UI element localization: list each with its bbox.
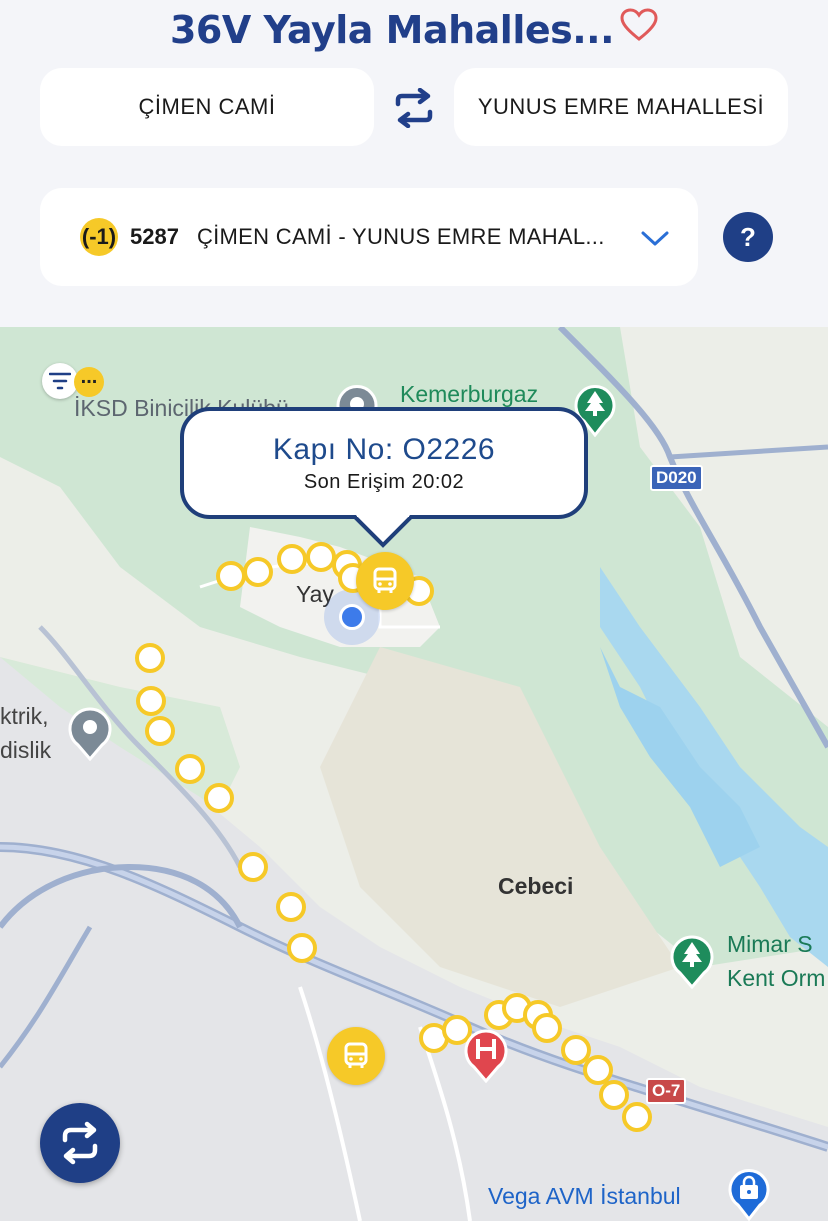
bus-vehicle-icon[interactable] <box>356 552 414 610</box>
bus-stop[interactable] <box>276 892 306 922</box>
popup-subtitle: Son Erişim 20:02 <box>303 471 465 493</box>
bus-stop[interactable] <box>622 1102 652 1132</box>
to-stop-label: YUNUS EMRE MAHALLESİ <box>477 94 765 119</box>
help-button[interactable]: ? <box>723 212 773 262</box>
route-number: 5287 <box>130 224 179 249</box>
bus-stop[interactable] <box>145 716 175 746</box>
poi-label-mimar-2: Kent Orm <box>727 965 826 991</box>
bus-stop[interactable] <box>175 754 205 784</box>
heart-outline-icon[interactable] <box>620 7 658 51</box>
header: 36V Yayla Mahalles... ÇİMEN CAMİ YUNUS E… <box>0 0 828 327</box>
poi-label-elektrik-1: ktrik, <box>0 703 49 729</box>
route-title: 36V Yayla Mahalles... <box>169 8 615 52</box>
filter-icon <box>49 372 71 390</box>
vehicle-popup[interactable]: Kapı No: O2226 Son Erişim 20:02 <box>180 407 588 548</box>
shopping-bag-pin-icon[interactable] <box>726 1169 772 1221</box>
filter-more-badge[interactable]: ... <box>74 367 104 397</box>
map-view[interactable]: İKSD Binicilik Kulübü Kemerburgaz D020 .… <box>0 327 828 1221</box>
bus-stop[interactable] <box>287 933 317 963</box>
bus-stop[interactable] <box>532 1013 562 1043</box>
chevron-down-icon[interactable] <box>640 228 670 254</box>
bus-stop[interactable] <box>277 544 307 574</box>
place-label-cebeci: Cebeci <box>498 873 574 899</box>
bus-stop[interactable] <box>135 643 165 673</box>
route-name: ÇİMEN CAMİ - YUNUS EMRE MAHAL... <box>196 224 605 249</box>
gray-place-pin-icon[interactable] <box>66 705 114 766</box>
bus-vehicle-icon[interactable] <box>327 1027 385 1085</box>
from-stop-label: ÇİMEN CAMİ <box>138 94 276 119</box>
poi-label-vega: Vega AVM İstanbul <box>488 1183 681 1209</box>
poi-label-kemerburgaz: Kemerburgaz <box>400 381 539 407</box>
from-stop-field[interactable]: ÇİMEN CAMİ <box>40 68 374 146</box>
refresh-button[interactable] <box>40 1103 120 1183</box>
road-shield-d020: D020 <box>650 465 703 491</box>
bus-stop[interactable] <box>204 783 234 813</box>
to-stop-field[interactable]: YUNUS EMRE MAHALLESİ <box>454 68 788 146</box>
popup-title: Kapı No: O2226 <box>272 433 496 466</box>
route-selector[interactable]: (-1) 5287 ÇİMEN CAMİ - YUNUS EMRE MAHAL.… <box>40 188 698 286</box>
popup-tail <box>353 515 413 548</box>
bus-stop[interactable] <box>243 557 273 587</box>
bus-stop[interactable] <box>216 561 246 591</box>
direction-badge: (-1) <box>80 218 118 256</box>
hospital-pin-icon[interactable] <box>462 1027 510 1088</box>
refresh-icon <box>62 1121 98 1165</box>
park-tree-pin-icon[interactable] <box>668 933 716 994</box>
filter-button[interactable] <box>42 363 78 399</box>
current-location-dot <box>339 604 365 630</box>
bus-stop[interactable] <box>599 1080 629 1110</box>
route-title-row: 36V Yayla Mahalles... <box>0 7 828 55</box>
bus-stop[interactable] <box>238 852 268 882</box>
poi-label-elektrik-2: dislik <box>0 737 52 763</box>
bus-stop[interactable] <box>136 686 166 716</box>
poi-label-mimar-1: Mimar S <box>727 931 813 957</box>
swap-arrows-icon[interactable] <box>390 84 438 132</box>
road-shield-o7: O-7 <box>646 1078 687 1104</box>
